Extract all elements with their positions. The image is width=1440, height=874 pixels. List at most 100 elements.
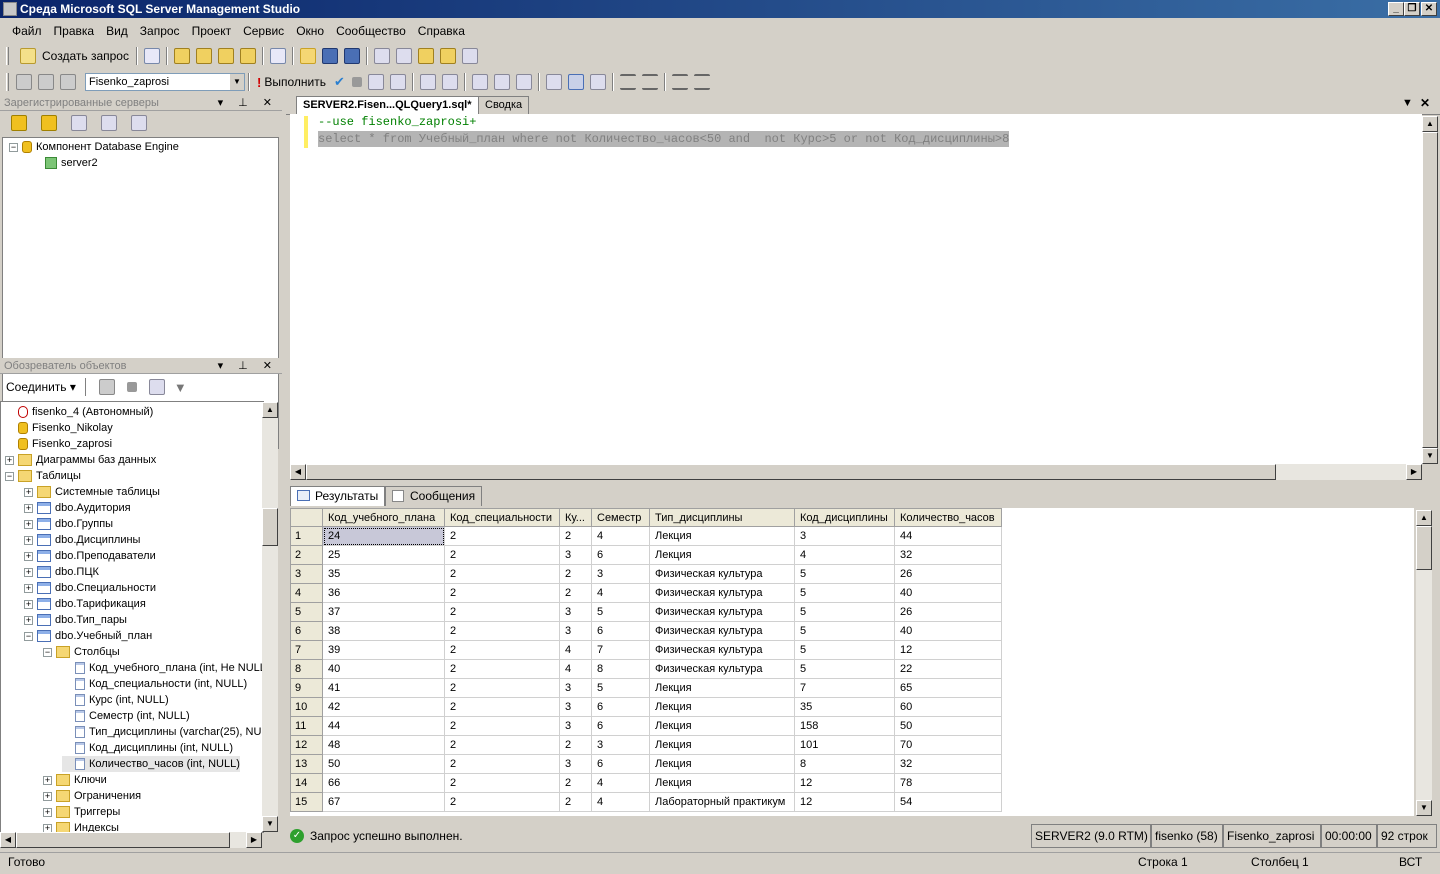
registered-servers-icon[interactable] xyxy=(373,48,390,64)
tree-item[interactable]: + dbo.Аудитория xyxy=(24,500,131,516)
grid-cell[interactable]: 67 xyxy=(322,792,445,812)
tree-item[interactable]: − Столбцы xyxy=(43,644,120,660)
change-connection-icon[interactable] xyxy=(60,74,76,90)
scroll-thumb[interactable] xyxy=(1422,132,1438,448)
tree-item[interactable]: − dbo.Учебный_план xyxy=(24,628,152,644)
row-number[interactable]: 4 xyxy=(290,583,323,603)
tree-item[interactable]: + dbo.Тип_пары xyxy=(24,612,127,628)
tree-item[interactable]: fisenko_4 (Автономный) xyxy=(5,404,153,420)
column-header[interactable]: Код_учебного_плана xyxy=(322,508,445,527)
row-number[interactable]: 6 xyxy=(290,621,323,641)
tree-item[interactable]: − Таблицы xyxy=(5,468,81,484)
scroll-up-icon[interactable]: ▲ xyxy=(1416,510,1432,526)
grid-corner[interactable] xyxy=(290,508,323,527)
grid-cell[interactable]: 4 xyxy=(591,773,650,793)
expand-icon[interactable]: + xyxy=(24,535,33,545)
menu-query[interactable]: Запрос xyxy=(134,24,186,38)
panel-controls[interactable]: ▾ ⊥ ✕ xyxy=(218,95,278,111)
grid-cell[interactable]: Лекция xyxy=(649,678,795,698)
grid-cell[interactable]: 6 xyxy=(591,716,650,736)
execute-button[interactable]: ! Выполнить xyxy=(253,75,330,90)
grid-cell[interactable]: 6 xyxy=(591,545,650,565)
new-query-button[interactable]: Создать запрос xyxy=(13,48,133,64)
expand-icon[interactable]: + xyxy=(24,583,33,593)
row-number[interactable]: 1 xyxy=(290,526,323,546)
client-statistics-icon[interactable] xyxy=(493,74,510,90)
menu-help[interactable]: Справка xyxy=(412,24,471,38)
scroll-down-icon[interactable]: ▼ xyxy=(1416,800,1432,816)
minimize-button[interactable]: _ xyxy=(1388,2,1404,16)
row-number[interactable]: 10 xyxy=(290,697,323,717)
stop-icon[interactable] xyxy=(126,382,137,392)
object-explorer-hscroll[interactable]: ◀ ▶ xyxy=(0,832,262,848)
db-engine-icon[interactable] xyxy=(11,115,27,131)
grid-cell[interactable]: 2 xyxy=(444,564,560,584)
tree-item[interactable]: Количество_часов (int, NULL) xyxy=(62,756,240,772)
grid-cell[interactable]: 4 xyxy=(794,545,895,565)
column-header[interactable]: Код_дисциплины xyxy=(794,508,895,527)
connect-icon[interactable] xyxy=(16,74,32,90)
grid-cell[interactable]: 35 xyxy=(794,697,895,717)
analysis-services-icon[interactable] xyxy=(41,115,57,131)
grid-cell[interactable]: 2 xyxy=(444,773,560,793)
scroll-thumb[interactable] xyxy=(16,832,230,848)
grid-cell[interactable]: 66 xyxy=(322,773,445,793)
grid-cell[interactable]: 35 xyxy=(322,564,445,584)
grid-cell[interactable]: 2 xyxy=(559,526,592,546)
grid-cell[interactable]: 42 xyxy=(322,697,445,717)
grid-cell[interactable]: 3 xyxy=(559,602,592,622)
object-explorer-icon[interactable] xyxy=(395,48,412,64)
results-to-grid-icon[interactable] xyxy=(567,74,584,90)
tree-item[interactable]: Fisenko_zaprosi xyxy=(5,436,112,452)
grid-cell[interactable]: 7 xyxy=(794,678,895,698)
grid-cell[interactable]: 12 xyxy=(794,773,895,793)
row-number[interactable]: 3 xyxy=(290,564,323,584)
analysis-query-icon[interactable] xyxy=(195,48,212,64)
grid-cell[interactable]: 39 xyxy=(322,640,445,660)
xmla-query-icon[interactable] xyxy=(239,48,256,64)
integration-services-icon[interactable] xyxy=(131,115,147,131)
grid-cell[interactable]: 2 xyxy=(444,545,560,565)
expand-icon[interactable]: + xyxy=(24,503,33,513)
tree-item[interactable]: + Системные таблицы xyxy=(24,484,160,500)
close-tab-icon[interactable]: ✕ xyxy=(1420,96,1430,110)
grid-cell[interactable]: 50 xyxy=(322,754,445,774)
row-number[interactable]: 14 xyxy=(290,773,323,793)
grid-cell[interactable]: 22 xyxy=(894,659,1002,679)
grid-cell[interactable]: 40 xyxy=(894,583,1002,603)
tree-item[interactable]: + dbo.Специальности xyxy=(24,580,156,596)
tab-summary[interactable]: Сводка xyxy=(478,96,530,114)
row-number[interactable]: 12 xyxy=(290,735,323,755)
expand-icon[interactable]: + xyxy=(43,791,52,801)
connect-button[interactable]: Соединить ▾ xyxy=(6,380,76,394)
grid-cell[interactable]: 60 xyxy=(894,697,1002,717)
save-all-icon[interactable] xyxy=(343,48,360,64)
editor-vscroll[interactable]: ▲ ▼ xyxy=(1422,116,1438,464)
maximize-button[interactable]: ❐ xyxy=(1404,2,1420,16)
grid-cell[interactable]: Физическая культура xyxy=(649,583,795,603)
tree-item[interactable]: + Диаграммы баз данных xyxy=(5,452,156,468)
decrease-indent-icon[interactable] xyxy=(671,74,688,90)
row-number[interactable]: 5 xyxy=(290,602,323,622)
expand-icon[interactable]: + xyxy=(24,615,33,625)
tree-item[interactable]: + Триггеры xyxy=(43,804,120,820)
menu-window[interactable]: Окно xyxy=(290,24,330,38)
grid-cell[interactable]: 54 xyxy=(894,792,1002,812)
row-number[interactable]: 2 xyxy=(290,545,323,565)
grid-cell[interactable]: Физическая культура xyxy=(649,621,795,641)
grid-cell[interactable]: 26 xyxy=(894,564,1002,584)
scroll-down-icon[interactable]: ▼ xyxy=(262,816,278,832)
uncomment-icon[interactable] xyxy=(641,74,658,90)
scroll-thumb[interactable] xyxy=(262,508,278,546)
tree-item[interactable]: Семестр (int, NULL) xyxy=(62,708,190,724)
column-header[interactable]: Семестр xyxy=(591,508,650,527)
tree-item[interactable]: + Ключи xyxy=(43,772,107,788)
file-icon[interactable] xyxy=(143,48,160,64)
menu-tools[interactable]: Сервис xyxy=(237,24,290,38)
grid-cell[interactable]: 2 xyxy=(559,583,592,603)
grid-cell[interactable]: 7 xyxy=(591,640,650,660)
save-icon[interactable] xyxy=(321,48,338,64)
grid-cell[interactable]: 12 xyxy=(894,640,1002,660)
grid-cell[interactable]: 24 xyxy=(322,526,445,546)
grid-cell[interactable]: 4 xyxy=(591,526,650,546)
